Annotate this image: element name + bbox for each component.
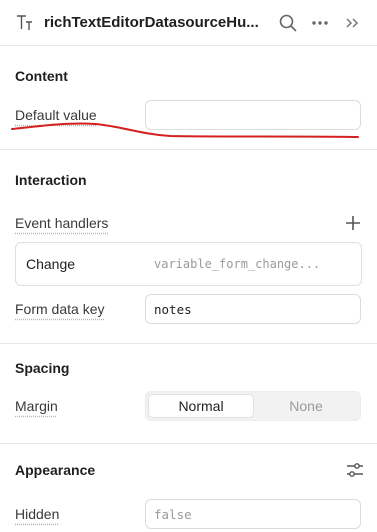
inspector-panel: richTextEditorDatasourceHu... Content De… [0,0,377,532]
default-value-input[interactable] [145,100,361,130]
search-icon[interactable] [273,8,303,38]
add-handler-icon[interactable] [342,212,364,234]
appearance-section: Appearance Hidden false [0,444,377,532]
form-data-key-input[interactable]: notes [145,294,361,324]
event-handler-item[interactable]: Change variable_form_change... [15,242,362,286]
margin-option-none[interactable]: None [254,394,358,418]
handler-action: variable_form_change... [154,257,321,271]
margin-option-normal[interactable]: Normal [148,394,254,418]
margin-label: Margin [15,398,58,414]
form-data-key-label: Form data key [15,301,105,317]
spacing-section: Spacing Margin Normal None [0,344,377,444]
more-icon[interactable] [305,8,335,38]
hidden-label: Hidden [15,506,60,522]
section-title-interaction: Interaction [15,172,87,188]
sliders-icon[interactable] [344,459,366,481]
red-annotation-line [11,122,359,138]
content-section: Content Default value [0,46,377,150]
component-name[interactable]: richTextEditorDatasourceHu... [44,14,271,31]
event-handlers-label: Event handlers [15,215,109,231]
text-type-icon [14,12,36,34]
section-title-spacing: Spacing [15,360,70,376]
section-title-content: Content [15,68,68,84]
hidden-input[interactable]: false [145,499,361,529]
margin-toggle: Normal None [145,391,361,421]
interaction-section: Interaction Event handlers Change variab… [0,150,377,344]
handler-event: Change [26,256,76,272]
default-value-label: Default value [15,107,97,123]
section-title-appearance: Appearance [15,462,96,478]
inspector-header: richTextEditorDatasourceHu... [0,0,377,46]
collapse-icon[interactable] [337,8,367,38]
